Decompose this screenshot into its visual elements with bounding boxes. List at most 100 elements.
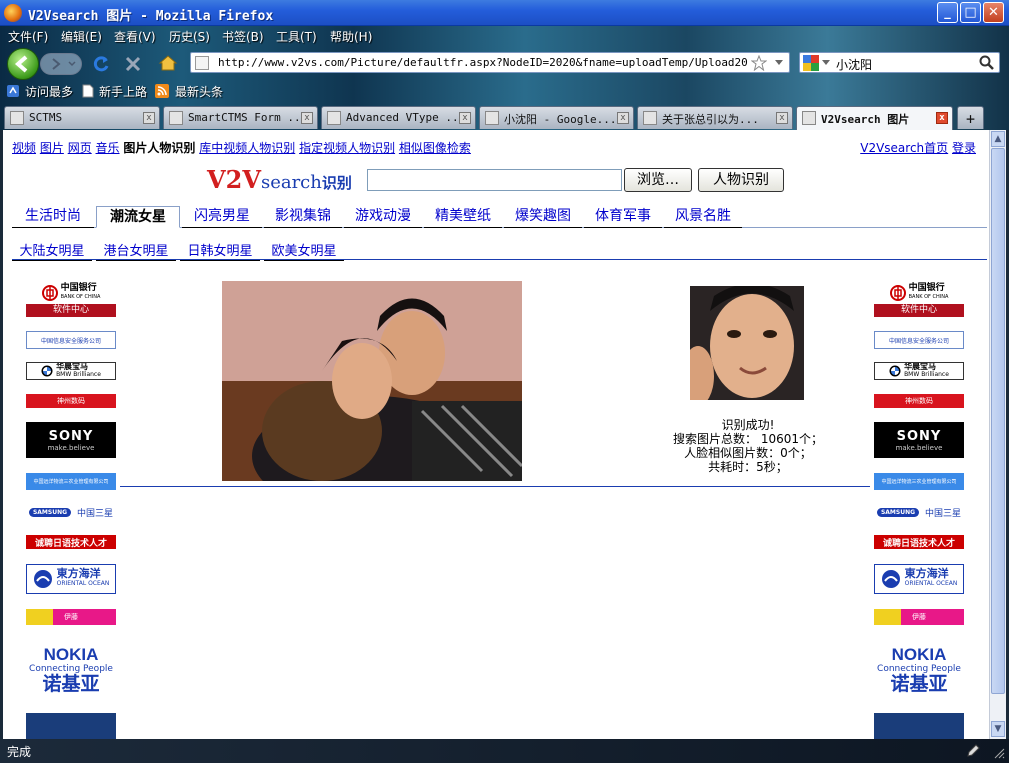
forward-button[interactable] bbox=[40, 53, 82, 75]
title-bar[interactable]: V2Vsearch 图片 - Mozilla Firefox _ □ ✕ bbox=[0, 0, 1009, 26]
scroll-up-icon[interactable]: ▲ bbox=[991, 131, 1005, 147]
tab-close-icon[interactable]: x bbox=[617, 112, 629, 124]
category-film-collection[interactable]: 影视集锦 bbox=[264, 206, 342, 228]
address-bar[interactable]: http://www.v2vs.com/Picture/defaultfr.as… bbox=[190, 52, 790, 73]
bookmark-getting-started[interactable]: 新手上路 bbox=[99, 83, 147, 100]
search-input[interactable]: 小沈阳 bbox=[836, 56, 872, 73]
ad-info-security[interactable]: 中国信息安全服务公司 bbox=[874, 331, 964, 349]
close-button[interactable]: ✕ bbox=[983, 2, 1004, 23]
category-sports-military[interactable]: 体育军事 bbox=[584, 206, 662, 228]
pencil-icon[interactable] bbox=[965, 743, 981, 759]
ad-oriental-ocean[interactable]: 東方海洋 ORIENTAL OCEAN bbox=[26, 564, 116, 594]
menu-history[interactable]: 历史(S) bbox=[169, 28, 210, 45]
category-funny-pics[interactable]: 爆笑趣图 bbox=[504, 206, 582, 228]
ad-japanese-talent[interactable]: 诚聘日语技术人才 bbox=[874, 535, 964, 549]
ad-info-security[interactable]: 中国信息安全服务公司 bbox=[26, 331, 116, 349]
ad-nokia[interactable]: NOKIA Connecting People 诺基亚 bbox=[874, 639, 964, 699]
new-tab-button[interactable]: + bbox=[957, 106, 984, 129]
nav-video[interactable]: 视频 bbox=[12, 141, 36, 155]
tab-close-icon[interactable]: x bbox=[301, 112, 313, 124]
menu-file[interactable]: 文件(F) bbox=[8, 28, 48, 45]
recognize-button[interactable]: 人物识别 bbox=[698, 168, 784, 192]
ad-blue-block[interactable] bbox=[26, 713, 116, 739]
nav-music[interactable]: 音乐 bbox=[96, 141, 120, 155]
ad-pink-promo[interactable]: 伊藤 bbox=[26, 609, 116, 625]
tab-label: 小沈阳 - Google... bbox=[504, 113, 617, 126]
ad-pink-promo[interactable]: 伊藤 bbox=[874, 609, 964, 625]
ad-blue-block[interactable] bbox=[874, 713, 964, 739]
back-button[interactable] bbox=[7, 48, 39, 80]
tab-close-icon[interactable]: x bbox=[143, 112, 155, 124]
menu-view[interactable]: 查看(V) bbox=[114, 28, 156, 45]
nav-similar-image-search[interactable]: 相似图像检索 bbox=[399, 141, 471, 155]
category-wallpapers[interactable]: 精美壁纸 bbox=[424, 206, 502, 228]
search-bar[interactable]: 小沈阳 bbox=[799, 52, 1000, 73]
resize-grip-icon[interactable] bbox=[993, 747, 1005, 759]
tab-close-icon[interactable]: x bbox=[776, 112, 788, 124]
ad-samsung[interactable]: SAMSUNG 中国三星 bbox=[26, 503, 116, 521]
menu-help[interactable]: 帮助(H) bbox=[330, 28, 372, 45]
tab-advanced-vtype[interactable]: Advanced VType ... x bbox=[321, 106, 476, 129]
category-trendy-actresses[interactable]: 潮流女星 bbox=[96, 206, 180, 228]
engine-dropdown-icon[interactable] bbox=[822, 59, 830, 67]
nav-library-video-recognition[interactable]: 库中视频人物识别 bbox=[199, 141, 295, 155]
tab-close-icon[interactable]: x bbox=[936, 112, 948, 124]
ad-digital-china[interactable]: 神州数码 bbox=[26, 394, 116, 408]
search-icon[interactable] bbox=[979, 55, 995, 71]
nav-web[interactable]: 网页 bbox=[68, 141, 92, 155]
reload-icon[interactable] bbox=[92, 55, 110, 73]
menu-tools[interactable]: 工具(T) bbox=[276, 28, 317, 45]
sony-tag: make.believe bbox=[895, 443, 943, 452]
sub-western-actresses[interactable]: 欧美女明星 bbox=[264, 240, 344, 261]
tab-sctms[interactable]: SCTMS x bbox=[4, 106, 160, 129]
ad-sony[interactable]: SONY make.believe bbox=[26, 422, 116, 458]
ad-sony[interactable]: SONY make.believe bbox=[874, 422, 964, 458]
oriental-cn: 東方海洋 bbox=[904, 567, 949, 580]
menu-bookmarks[interactable]: 书签(B) bbox=[222, 28, 264, 45]
tab-v2vsearch[interactable]: V2Vsearch 图片 x bbox=[796, 106, 953, 130]
ad-bank-of-china[interactable]: 中国银行 BANK OF CHINA 软件中心 bbox=[26, 281, 116, 317]
google-engine-icon[interactable] bbox=[803, 55, 819, 71]
ad-east-logistics[interactable]: 中国远洋物流三农业管理有限公司 bbox=[26, 473, 116, 490]
maximize-button[interactable]: □ bbox=[960, 2, 981, 23]
category-scenery[interactable]: 风景名胜 bbox=[664, 206, 742, 228]
home-icon[interactable] bbox=[158, 53, 178, 73]
ad-bmw[interactable]: 华晨宝马 BMW Brilliance bbox=[26, 362, 116, 380]
ad-samsung[interactable]: SAMSUNG 中国三星 bbox=[874, 503, 964, 521]
minimize-button[interactable]: _ bbox=[937, 2, 958, 23]
bookmark-most-visited[interactable]: 访问最多 bbox=[25, 83, 73, 100]
nav-images[interactable]: 图片 bbox=[40, 141, 64, 155]
ad-bank-of-china[interactable]: 中国银行 BANK OF CHINA 软件中心 bbox=[874, 281, 964, 317]
tab-smartctms[interactable]: SmartCTMS Form ... x bbox=[163, 106, 318, 129]
scroll-down-icon[interactable]: ▼ bbox=[991, 721, 1005, 737]
ad-east-logistics[interactable]: 中国远洋物流三农业管理有限公司 bbox=[874, 473, 964, 490]
ad-bmw[interactable]: 华晨宝马 BMW Brilliance bbox=[874, 362, 964, 380]
bookmark-star-icon[interactable] bbox=[751, 55, 767, 71]
ad-japanese-talent[interactable]: 诚聘日语技术人才 bbox=[26, 535, 116, 549]
tab-google-search[interactable]: 小沈阳 - Google... x bbox=[479, 106, 634, 129]
sub-mainland-actresses[interactable]: 大陆女明星 bbox=[12, 240, 92, 261]
ad-oriental-ocean[interactable]: 東方海洋 ORIENTAL OCEAN bbox=[874, 564, 964, 594]
category-life-fashion[interactable]: 生活时尚 bbox=[12, 206, 94, 228]
tab-zhang[interactable]: 关于张总引以为... x bbox=[637, 106, 793, 129]
tab-close-icon[interactable]: x bbox=[459, 112, 471, 124]
menu-edit[interactable]: 编辑(E) bbox=[61, 28, 102, 45]
home-link[interactable]: V2Vsearch首页 bbox=[860, 141, 948, 155]
browse-button[interactable]: 浏览… bbox=[624, 168, 692, 192]
category-games-anime[interactable]: 游戏动漫 bbox=[344, 206, 422, 228]
url-dropdown-icon[interactable] bbox=[774, 59, 784, 67]
sub-hk-tw-actresses[interactable]: 港台女明星 bbox=[96, 240, 176, 261]
ad-nokia[interactable]: NOKIA Connecting People 诺基亚 bbox=[26, 639, 116, 699]
login-link[interactable]: 登录 bbox=[952, 141, 976, 155]
stop-icon[interactable] bbox=[124, 55, 142, 73]
category-male-stars[interactable]: 闪亮男星 bbox=[182, 206, 262, 228]
nav-specified-video-recognition[interactable]: 指定视频人物识别 bbox=[299, 141, 395, 155]
file-path-input[interactable] bbox=[367, 169, 622, 191]
scroll-thumb[interactable] bbox=[991, 148, 1005, 694]
url-text[interactable]: http://www.v2vs.com/Picture/defaultfr.as… bbox=[218, 56, 748, 69]
ad-digital-china[interactable]: 神州数码 bbox=[874, 394, 964, 408]
vertical-scrollbar[interactable]: ▲ ▼ bbox=[989, 130, 1006, 739]
bookmark-latest-headlines[interactable]: 最新头条 bbox=[175, 83, 223, 100]
site-logo[interactable]: V2Vsearch识别 bbox=[207, 165, 352, 194]
sub-jp-kr-actresses[interactable]: 日韩女明星 bbox=[180, 240, 260, 261]
